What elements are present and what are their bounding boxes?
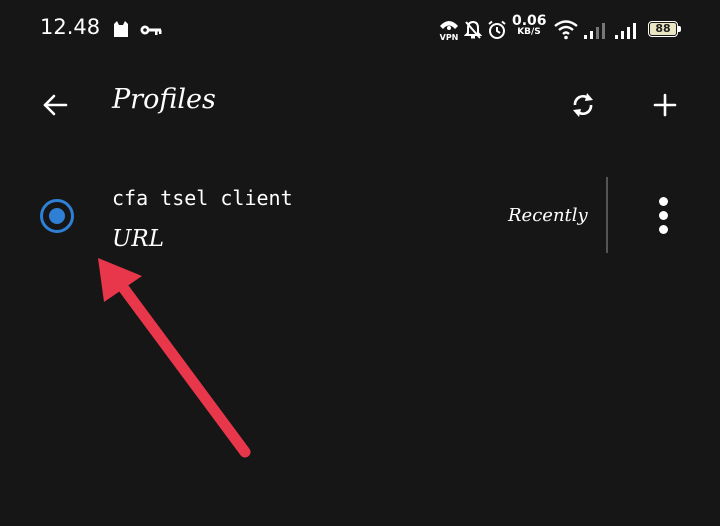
annotation-arrow bbox=[98, 258, 251, 458]
